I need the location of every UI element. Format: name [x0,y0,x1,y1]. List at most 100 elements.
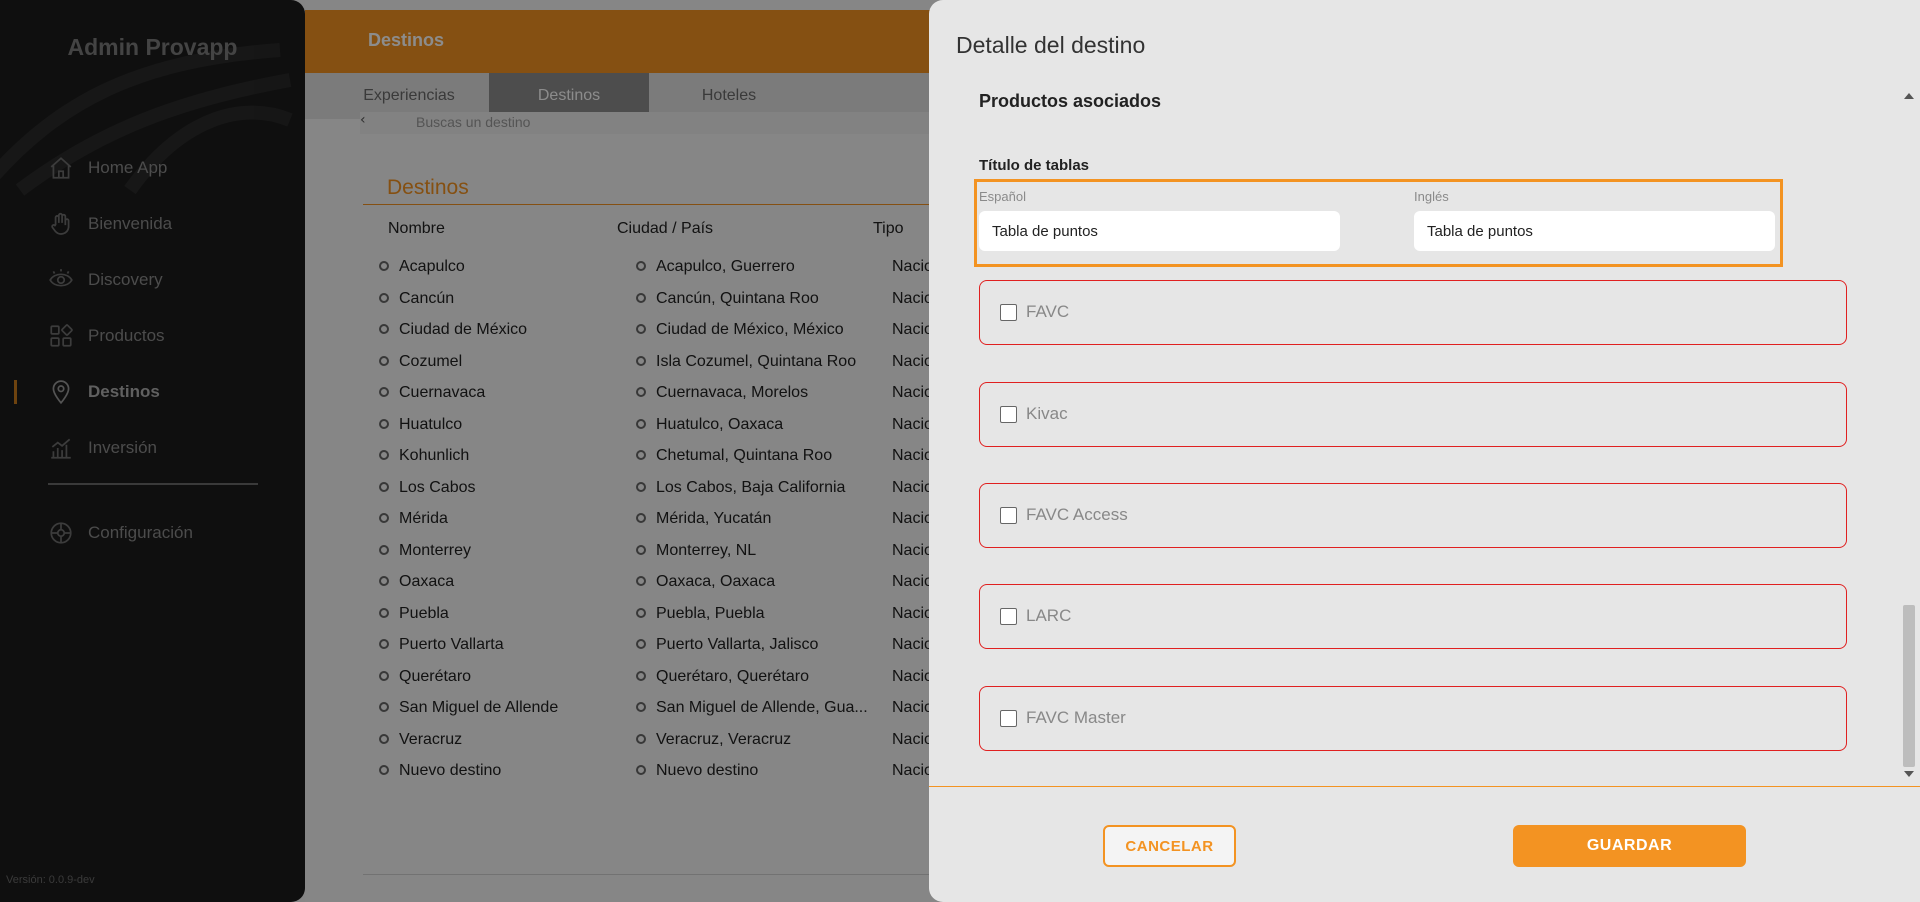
destination-name-cell: Nuevo destino [379,762,501,780]
column-header-tipo[interactable]: Tipo [873,220,904,238]
bullet-icon [636,544,646,555]
destination-city: Ciudad de México, México [656,321,844,338]
panel-scrollbar[interactable] [1898,87,1920,783]
destination-name-cell: Puebla [379,605,449,623]
bullet-icon [636,324,646,334]
destination-city: Acapulco, Guerrero [656,258,795,275]
location-pin-icon [52,380,70,405]
spanish-title-input[interactable] [979,211,1340,251]
destination-city: Cancún, Quintana Roo [656,289,819,307]
bullet-icon [379,513,389,523]
destination-type-cell: Nacio [892,447,933,464]
bullet-icon [636,450,646,460]
grid-icon [50,324,73,347]
destination-name-cell: Querétaro [379,668,471,686]
chevron-left-icon[interactable]: ‹ [360,112,366,128]
checkbox[interactable] [1000,710,1017,727]
destination-city: Querétaro, Querétaro [656,667,809,685]
version-text: Versión: 0.0.9-dev [6,874,95,886]
english-title-input[interactable] [1414,211,1775,251]
sidebar-divider [48,483,258,485]
checkbox[interactable] [1000,406,1017,423]
column-header-nombre[interactable]: Nombre [388,220,445,238]
destination-name: San Miguel de Allende [399,699,559,716]
eye-icon [49,269,73,287]
sidebar-item-productos[interactable]: Productos [0,308,305,364]
destination-type-cell: Nacio [892,384,933,401]
scrollbar-thumb[interactable] [1903,605,1915,767]
sidebar-item-label: Bienvenida [88,214,173,233]
destination-detail-panel: Detalle del destino Productos asociados … [929,0,1920,902]
checkbox[interactable] [1000,304,1017,321]
destination-city: Nuevo destino [656,762,759,779]
bullet-icon [636,418,646,429]
destination-type-cell: Nacio [892,321,933,338]
sidebar-item-label: Home App [88,158,168,177]
checkbox[interactable] [1000,608,1017,625]
checkbox[interactable] [1000,507,1017,524]
sidebar-item-destinos[interactable]: Destinos [0,364,305,420]
destination-city: Huatulco, Oaxaca [656,415,784,433]
destination-type-cell: Nacio [892,699,933,716]
sidebar-item-bienvenida[interactable]: Bienvenida [0,196,305,252]
product-option-favc[interactable]: FAVC [979,280,1847,345]
bullet-icon [379,607,389,618]
sidebar-item-home-app[interactable]: Home App [0,140,305,196]
sidebar-item-inversion[interactable]: Inversión [0,420,305,476]
destination-type-cell: Nacio [892,762,933,779]
sidebar-item-label: Discovery [88,270,163,289]
save-button[interactable]: GUARDAR [1513,825,1746,867]
destination-city-cell: Chetumal, Quintana Roo [636,447,832,465]
chart-icon [51,438,71,459]
destination-city: Cuernavaca, Morelos [656,384,809,401]
tables-title-label: Título de tablas [979,157,1090,174]
product-option-favc-master[interactable]: FAVC Master [979,686,1847,751]
destination-name: Monterrey [399,541,472,559]
destination-type-cell: Nacio [892,415,933,433]
destination-city-cell: Querétaro, Querétaro [636,668,809,686]
destination-city-cell: Puebla, Puebla [636,605,765,623]
destination-type-cell: Nacio [892,478,933,496]
associated-products-title: Productos asociados [979,91,1162,111]
bullet-icon [379,544,389,555]
product-label: FAVC [1026,302,1070,321]
destination-name-cell: Acapulco [379,258,465,276]
product-option-kivac[interactable]: Kivac [979,382,1847,447]
product-label: FAVC Access [1026,505,1128,524]
destination-type-cell: Nacio [892,541,933,559]
destination-city: Los Cabos, Baja California [656,478,846,496]
destination-type-cell: Nacio [892,604,933,622]
bullet-icon [379,261,389,271]
destination-name: Huatulco [399,415,463,433]
destination-city-cell: Mérida, Yucatán [636,510,771,528]
product-option-larc[interactable]: LARC [979,584,1847,649]
product-option-favc-access[interactable]: FAVC Access [979,483,1847,548]
bullet-icon [636,607,646,618]
destination-name-cell: Cuernavaca [379,384,485,402]
english-field-label: Inglés [1414,189,1449,204]
destination-name-cell: Cancún [379,290,454,308]
sidebar-config-group: Configuración [0,505,305,561]
sidebar-item-discovery[interactable]: Discovery [0,252,305,308]
destination-city-cell: Isla Cozumel, Quintana Roo [636,353,856,371]
destination-name: Cancún [399,289,455,307]
sidebar-item-label: Configuración [88,523,193,542]
destination-name-cell: Mérida [379,510,448,528]
sidebar-item-configuracion[interactable]: Configuración [0,505,305,561]
scroll-down-arrow-icon[interactable] [1904,771,1914,777]
home-icon [50,157,72,179]
sidebar-nav: Home App Bienvenida Discovery Productos … [0,140,305,476]
scroll-up-arrow-icon[interactable] [1904,93,1914,99]
destination-name: Querétaro [399,667,472,685]
cancel-button[interactable]: CANCELAR [1103,825,1236,867]
search-input[interactable]: Buscas un destino [416,114,530,130]
destination-city: Oaxaca, Oaxaca [656,573,776,590]
bullet-icon [379,670,389,681]
bullet-icon [636,387,646,397]
destination-city-cell: San Miguel de Allende, Gua... [636,699,868,717]
bullet-icon [379,765,389,775]
bullet-icon [379,481,389,492]
bullet-icon [636,481,646,492]
bullet-icon [636,355,646,366]
column-header-ciudad[interactable]: Ciudad / País [617,220,713,238]
